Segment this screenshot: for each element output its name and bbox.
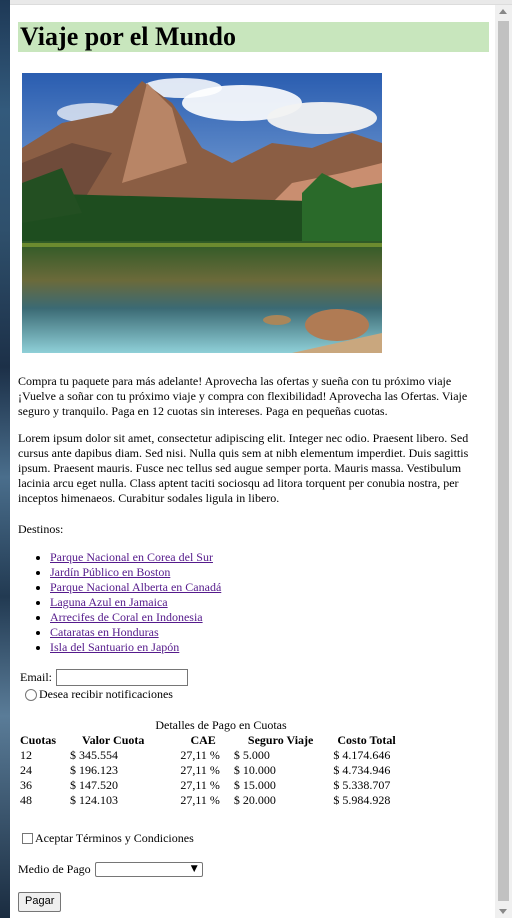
cell-valor: $ 124.103 <box>70 793 119 807</box>
cell-cuotas: 24 <box>20 763 32 777</box>
scroll-up-icon[interactable] <box>499 9 507 14</box>
cell-seguro: $ 10.000 <box>233 763 276 777</box>
list-item: Arrecifes de Coral en Indonesia <box>50 610 221 625</box>
cell-seguro: $ 15.000 <box>233 778 276 792</box>
email-row: Email: <box>20 669 188 686</box>
cell-cuotas: 48 <box>20 793 32 807</box>
email-label: Email: <box>20 670 52 684</box>
header-cae: CAE <box>190 733 216 747</box>
scroll-down-icon[interactable] <box>499 909 507 914</box>
destination-link[interactable]: Parque Nacional Alberta en Canadá <box>50 580 221 594</box>
cell-total: $ 5.984.928 <box>333 793 391 807</box>
landscape-photo <box>22 73 382 353</box>
destination-link[interactable]: Jardín Público en Boston <box>50 565 170 579</box>
cell-cae: 27,11 % <box>180 763 220 777</box>
page-title: Viaje por el Mundo <box>18 22 489 52</box>
payment-method-label: Medio de Pago <box>18 862 91 876</box>
desktop-background-strip <box>0 0 10 918</box>
cell-seguro: $ 5.000 <box>233 748 270 762</box>
terms-checkbox[interactable] <box>22 833 33 844</box>
cell-seguro: $ 20.000 <box>233 793 276 807</box>
destinations-label: Destinos: <box>18 522 64 536</box>
cell-total: $ 4.734.946 <box>333 763 391 777</box>
cell-valor: $ 196.123 <box>70 763 119 777</box>
list-item: Laguna Azul en Jamaica <box>50 595 221 610</box>
payment-method-select[interactable]: ▼ <box>94 862 203 877</box>
cell-cuotas: 36 <box>20 778 32 792</box>
header-valor-cuota: Valor Cuota <box>82 733 145 747</box>
lorem-paragraph: Lorem ipsum dolor sit amet, consectetur … <box>18 431 469 505</box>
terms-label: Aceptar Términos y Condiciones <box>35 831 194 845</box>
cell-cuotas: 12 <box>20 748 32 762</box>
cell-total: $ 4.174.646 <box>333 748 391 762</box>
scrollbar-thumb[interactable] <box>498 21 509 901</box>
cell-valor: $ 345.554 <box>70 748 119 762</box>
cell-total: $ 5.338.707 <box>333 778 391 792</box>
cell-cae: 27,11 % <box>180 748 220 762</box>
list-item: Isla del Santuario en Japón <box>50 640 221 655</box>
cell-valor: $ 147.520 <box>70 778 119 792</box>
header-seguro-viaje: Seguro Viaje <box>247 733 314 747</box>
list-item: Parque Nacional en Corea del Sur <box>50 550 221 565</box>
table-row: 12 $ 345.554 27,11 % $ 5.000 $ 4.174.646 <box>18 748 398 763</box>
notification-radio[interactable] <box>25 688 37 701</box>
payment-table-caption: Detalles de Pago en Cuotas <box>155 718 287 732</box>
cell-cae: 27,11 % <box>180 793 220 807</box>
header-cuotas: Cuotas <box>20 733 57 747</box>
destination-link[interactable]: Arrecifes de Coral en Indonesia <box>50 610 203 624</box>
terms-option: Aceptar Términos y Condiciones <box>22 831 194 846</box>
page-content: Viaje por el Mundo Compra tu paquete par… <box>10 5 495 918</box>
list-item: Parque Nacional Alberta en Canadá <box>50 580 221 595</box>
table-header-row: Cuotas Valor Cuota CAE Seguro Viaje Cost… <box>18 733 398 748</box>
notification-option: Desea recibir notificaciones <box>25 687 173 702</box>
header-costo-total: Costo Total <box>337 733 396 747</box>
payment-method-row: Medio de Pago ▼ <box>18 862 203 877</box>
destinations-list: Parque Nacional en Corea del Sur Jardín … <box>18 550 221 655</box>
notification-label: Desea recibir notificaciones <box>39 687 173 701</box>
destination-link[interactable]: Cataratas en Honduras <box>50 625 159 639</box>
chevron-down-icon: ▼ <box>190 864 198 874</box>
vertical-scrollbar[interactable] <box>495 5 512 918</box>
destination-link[interactable]: Laguna Azul en Jamaica <box>50 595 168 609</box>
destination-link[interactable]: Isla del Santuario en Japón <box>50 640 179 654</box>
list-item: Jardín Público en Boston <box>50 565 221 580</box>
table-row: 24 $ 196.123 27,11 % $ 10.000 $ 4.734.94… <box>18 763 398 778</box>
list-item: Cataratas en Honduras <box>50 625 221 640</box>
destination-link[interactable]: Parque Nacional en Corea del Sur <box>50 550 213 564</box>
table-row: 36 $ 147.520 27,11 % $ 15.000 $ 5.338.70… <box>18 778 398 793</box>
intro-paragraph: Compra tu paquete para más adelante! Apr… <box>18 374 468 418</box>
pay-button[interactable]: Pagar <box>18 892 62 912</box>
payment-table: Cuotas Valor Cuota CAE Seguro Viaje Cost… <box>18 733 398 808</box>
email-field[interactable] <box>56 669 188 686</box>
cell-cae: 27,11 % <box>180 778 220 792</box>
table-row: 48 $ 124.103 27,11 % $ 20.000 $ 5.984.92… <box>18 793 398 808</box>
